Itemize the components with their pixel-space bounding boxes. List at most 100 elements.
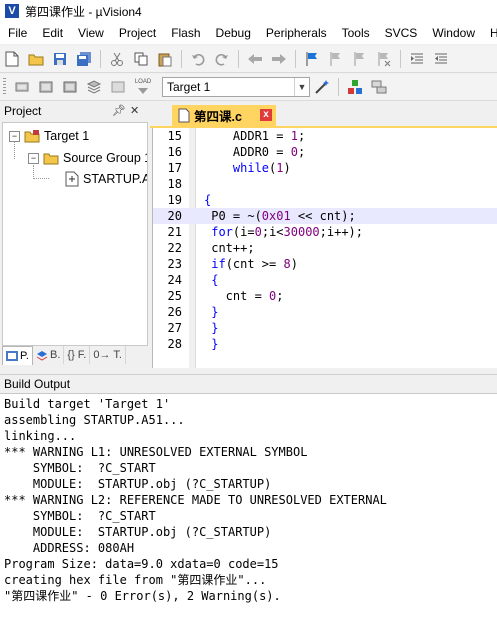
cut-icon[interactable]: [107, 49, 127, 69]
standard-toolbar: [0, 46, 497, 73]
code-text: if(cnt >= 8): [211, 257, 298, 271]
line-number: 25: [167, 289, 182, 303]
line-number: 19: [167, 193, 182, 207]
download-load-icon[interactable]: LOAD: [132, 77, 154, 97]
build-icon[interactable]: [36, 77, 56, 97]
navigate-back-icon[interactable]: [245, 49, 265, 69]
chevron-down-icon[interactable]: ▼: [294, 78, 309, 96]
tab-functions[interactable]: {} F.: [64, 346, 91, 364]
editor-tab-active[interactable]: 第四课.c x: [172, 105, 276, 126]
indent-icon[interactable]: [407, 49, 427, 69]
toolbar-separator: [238, 50, 239, 68]
prev-bookmark-icon[interactable]: [326, 49, 346, 69]
menu-svcs[interactable]: SVCS: [377, 26, 425, 40]
menu-flash[interactable]: Flash: [163, 26, 207, 40]
save-icon[interactable]: [50, 49, 70, 69]
project-tree: − Target 1 − Source Group 1 STARTUP.A51: [2, 122, 148, 346]
menu-help[interactable]: Help: [482, 26, 497, 40]
editor-tab-bar: 第四课.c x: [150, 102, 497, 128]
paste-icon[interactable]: [155, 49, 175, 69]
build-output-pane[interactable]: Build target 'Target 1' assembling STARTU…: [0, 393, 497, 627]
navigate-forward-icon[interactable]: [269, 49, 289, 69]
code-line[interactable]: 20 P0 = ~(0x01 << cnt);: [153, 208, 497, 224]
target-folder-icon: [24, 130, 40, 143]
tab-books[interactable]: B.: [33, 346, 65, 364]
copy-icon[interactable]: [131, 49, 151, 69]
menu-view[interactable]: View: [70, 26, 111, 40]
menu-tools[interactable]: Tools: [334, 26, 377, 40]
code-line[interactable]: 25 cnt = 0;: [153, 288, 497, 304]
tab-templates-label: 0→ T.: [93, 349, 122, 361]
close-tab-icon[interactable]: x: [260, 109, 272, 121]
code-line[interactable]: 26 }: [153, 304, 497, 320]
code-line[interactable]: 23 if(cnt >= 8): [153, 256, 497, 272]
menu-window[interactable]: Window: [424, 26, 482, 40]
code-line[interactable]: 16 ADDR0 = 0;: [153, 144, 497, 160]
toolbar-grip[interactable]: [3, 78, 6, 96]
batch-build-icon[interactable]: [84, 77, 104, 97]
target-select[interactable]: Target 1 ▼: [162, 77, 310, 97]
code-line[interactable]: 24 {: [153, 272, 497, 288]
tree-label-target: Target 1: [44, 129, 90, 143]
menu-file[interactable]: File: [0, 26, 34, 40]
target-select-value: Target 1: [167, 80, 211, 94]
code-line[interactable]: 27 }: [153, 320, 497, 336]
tab-templates[interactable]: 0→ T.: [90, 346, 126, 364]
line-number: 21: [167, 225, 182, 239]
tree-label-source-group: Source Group 1: [63, 151, 148, 165]
project-panel-header: Project 📌︎ ✕: [0, 102, 148, 120]
clear-bookmarks-icon[interactable]: [374, 49, 394, 69]
menu-debug[interactable]: Debug: [208, 26, 258, 40]
translate-icon[interactable]: [12, 77, 32, 97]
code-line[interactable]: 19 {: [153, 192, 497, 208]
file-extensions-icon[interactable]: [369, 77, 389, 97]
menu-edit[interactable]: Edit: [34, 26, 70, 40]
stop-build-icon[interactable]: [108, 77, 128, 97]
new-file-icon[interactable]: [2, 49, 22, 69]
undo-icon[interactable]: [188, 49, 208, 69]
next-bookmark-icon[interactable]: [350, 49, 370, 69]
code-text: ADDR1 = 1;: [204, 129, 306, 143]
project-panel-title: Project: [4, 104, 42, 118]
tree-node-target[interactable]: − Target 1: [9, 127, 89, 145]
open-folder-icon[interactable]: [26, 49, 46, 69]
pin-icon[interactable]: 📌︎: [112, 104, 126, 117]
collapse-icon[interactable]: −: [9, 130, 20, 142]
editor-tab-label: 第四课.c: [194, 110, 242, 124]
window-title: 第四课作业 - µVision4: [25, 4, 142, 19]
line-number: 27: [167, 321, 182, 335]
build-output-line: creating hex file from "第四课作业"...: [4, 573, 267, 587]
code-editor[interactable]: 15 ADDR1 = 1; 16 ADDR0 = 0; 17 while(1) 18 1…: [152, 128, 497, 368]
manage-components-icon[interactable]: [345, 77, 365, 97]
code-line[interactable]: 15 ADDR1 = 1;: [153, 128, 497, 144]
save-all-icon[interactable]: [74, 49, 94, 69]
target-options-wand-icon[interactable]: [312, 77, 332, 97]
uvision-app-icon: V: [5, 4, 19, 18]
code-line[interactable]: 21 for(i=0;i<30000;i++);: [153, 224, 497, 240]
code-line[interactable]: 22 cnt++;: [153, 240, 497, 256]
menu-peripherals[interactable]: Peripherals: [258, 26, 334, 40]
line-number: 24: [167, 273, 182, 287]
build-output-line: Program Size: data=9.0 xdata=0 code=15: [4, 557, 279, 571]
code-text: P0 = ~(0x01 << cnt);: [204, 209, 356, 223]
rebuild-icon[interactable]: [60, 77, 80, 97]
menu-project[interactable]: Project: [111, 26, 163, 40]
close-icon[interactable]: ✕: [130, 104, 139, 117]
build-output-header: Build Output: [0, 374, 497, 393]
tab-project[interactable]: P.: [2, 346, 33, 365]
code-line[interactable]: 18: [153, 176, 497, 192]
c-file-icon: [178, 108, 190, 123]
bookmark-flag-icon[interactable]: [302, 49, 322, 69]
toolbar-separator: [100, 50, 101, 68]
code-line[interactable]: 28 }: [153, 336, 497, 352]
books-tab-icon: [36, 350, 48, 361]
code-line[interactable]: 17 while(1): [153, 160, 497, 176]
code-text: }: [211, 337, 219, 351]
build-output-line: MODULE: STARTUP.obj (?C_STARTUP): [4, 477, 272, 491]
code-text: cnt++;: [204, 241, 255, 255]
collapse-icon[interactable]: −: [28, 152, 39, 164]
tree-node-source-group[interactable]: − Source Group 1: [28, 149, 148, 167]
tree-node-startup-file[interactable]: STARTUP.A51: [65, 170, 147, 188]
unindent-icon[interactable]: [431, 49, 451, 69]
redo-icon[interactable]: [212, 49, 232, 69]
